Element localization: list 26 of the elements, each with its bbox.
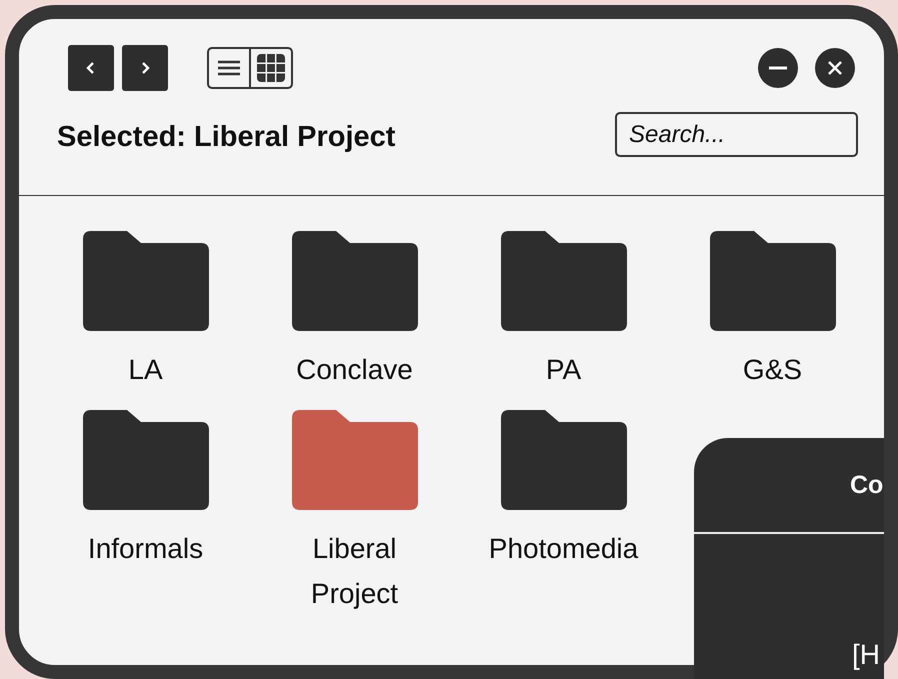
folder-icon[interactable] xyxy=(82,231,208,331)
folder-label: Informals xyxy=(88,532,204,566)
folder-icon[interactable] xyxy=(82,410,208,510)
minimize-button[interactable] xyxy=(758,48,798,88)
minus-icon xyxy=(769,66,787,70)
selected-title: Selected: Liberal Project xyxy=(57,120,396,154)
folder-icon[interactable] xyxy=(292,231,418,331)
panel-text: [H xyxy=(852,639,880,670)
back-button[interactable] xyxy=(68,45,114,91)
panel-heading: Co xyxy=(850,470,884,500)
chevron-right-icon xyxy=(139,60,151,76)
folder-icon[interactable] xyxy=(710,231,836,331)
folder-label: G&S xyxy=(742,353,802,387)
chevron-left-icon xyxy=(85,60,97,76)
folder-label: Liberal Project xyxy=(310,532,400,611)
folder-label: LA xyxy=(128,353,163,387)
folder-icon[interactable] xyxy=(500,410,626,510)
close-icon xyxy=(828,61,842,75)
folder-label: Photomedia xyxy=(488,532,638,566)
folder-label: Conclave xyxy=(296,353,413,387)
close-button[interactable] xyxy=(815,48,855,88)
folder-label: PA xyxy=(546,353,582,387)
folder-icon[interactable] xyxy=(500,231,626,331)
forward-button[interactable] xyxy=(122,45,168,91)
grid-icon xyxy=(256,53,286,83)
search-field[interactable]: Search... xyxy=(615,112,858,157)
